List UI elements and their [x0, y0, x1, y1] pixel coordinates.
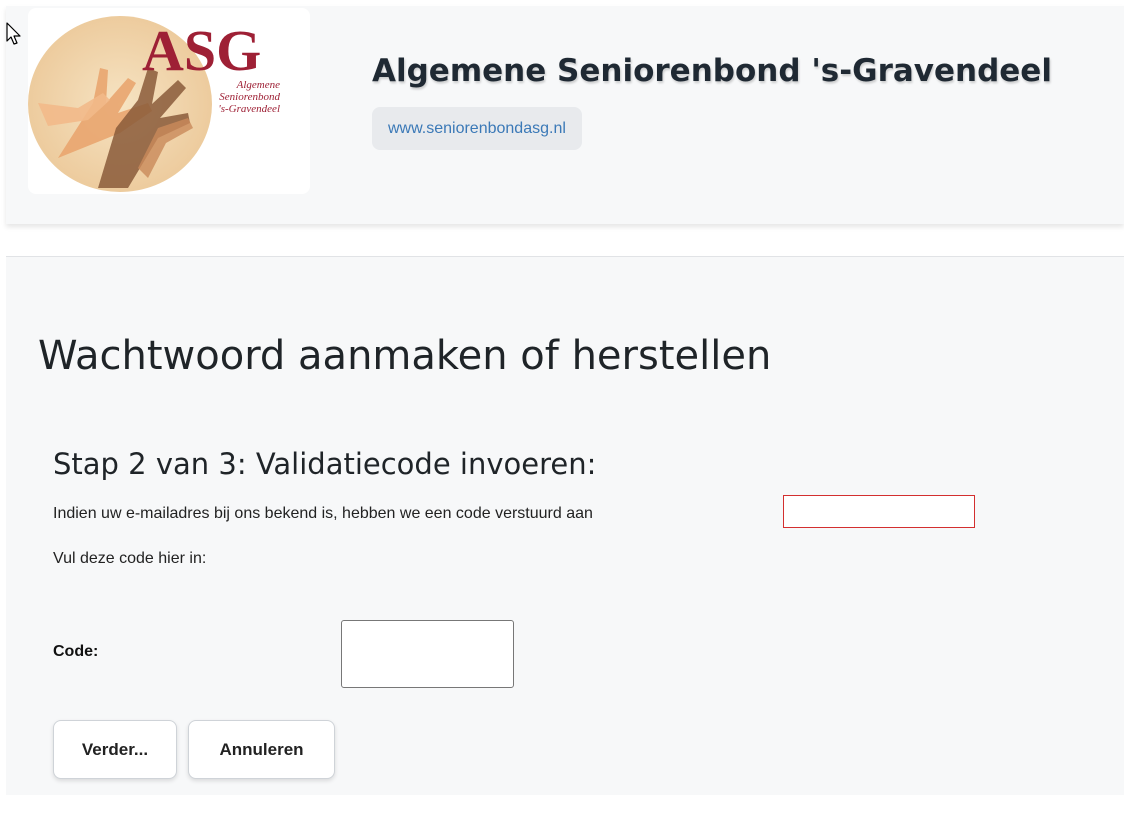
cancel-button[interactable]: Annuleren — [188, 720, 335, 779]
info-text: Indien uw e-mailadres bij ons bekend is,… — [53, 505, 593, 522]
site-logo[interactable]: ASG Algemene Seniorenbond 's-Gravendeel — [28, 8, 310, 194]
logo-graphic: ASG Algemene Seniorenbond 's-Gravendeel — [28, 16, 280, 192]
code-input[interactable] — [341, 620, 514, 688]
site-url-link[interactable]: www.seniorenbondasg.nl — [372, 107, 582, 150]
site-header: ASG Algemene Seniorenbond 's-Gravendeel … — [6, 6, 1124, 224]
logo-subtitle-line-2: Seniorenbond — [219, 91, 280, 103]
mouse-cursor-icon — [6, 22, 21, 45]
email-redacted-box — [783, 495, 975, 528]
logo-subtitle-line-3: 's-Gravendeel — [218, 103, 280, 115]
logo-subtitle-line-1: Algemene — [236, 79, 280, 91]
site-title[interactable]: Algemene Seniorenbond 's-Gravendeel — [372, 53, 1052, 89]
fill-instruction: Vul deze code hier in: — [53, 550, 207, 567]
logo-text: ASG — [142, 18, 261, 83]
step-title: Stap 2 van 3: Validatiecode invoeren: — [53, 447, 597, 481]
next-button[interactable]: Verder... — [53, 720, 177, 779]
code-label: Code: — [53, 643, 99, 660]
page: ASG Algemene Seniorenbond 's-Gravendeel … — [0, 0, 1124, 821]
page-title: Wachtwoord aanmaken of herstellen — [38, 333, 772, 379]
main-content: Wachtwoord aanmaken of herstellen Stap 2… — [6, 256, 1124, 795]
